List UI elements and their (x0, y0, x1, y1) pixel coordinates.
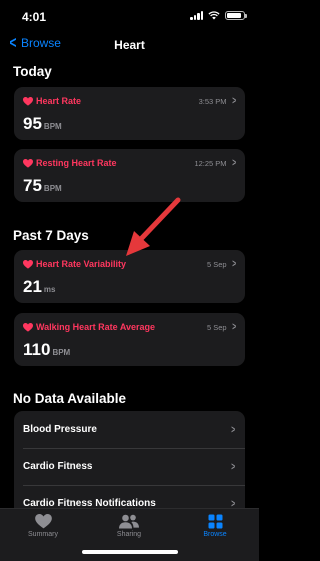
tab-summary[interactable]: Summary (13, 514, 73, 538)
heart-icon (23, 259, 33, 269)
status-bar: 4:01 (0, 0, 259, 34)
resting-heart-rate-card[interactable]: Resting Heart Rate 12:25 PM > 75 BPM (14, 149, 245, 202)
cellular-signal-icon (190, 11, 203, 20)
tab-label: Sharing (116, 531, 142, 538)
tab-browse[interactable]: Browse (185, 514, 245, 538)
card-value: 95 (23, 114, 42, 133)
card-unit: BPM (52, 348, 71, 357)
card-date: 5 Sep (206, 322, 227, 332)
card-unit: ms (43, 285, 56, 294)
tab-sharing[interactable]: Sharing (99, 514, 159, 538)
list-item-blood-pressure[interactable]: Blood Pressure > (14, 411, 245, 448)
no-data-list: Blood Pressure > Cardio Fitness > Cardio… (14, 411, 245, 522)
chevron-right-icon: > (230, 497, 235, 510)
chevron-right-icon: > (231, 321, 236, 333)
status-icons (190, 11, 247, 20)
card-value: 110 (23, 340, 51, 359)
wifi-icon (208, 11, 220, 20)
card-title: Resting Heart Rate (36, 158, 117, 168)
chevron-right-icon: > (230, 460, 235, 473)
status-time: 4:01 (22, 10, 47, 24)
grid-icon (208, 514, 222, 529)
list-item-label: Cardio Fitness (23, 461, 93, 472)
chevron-right-icon: > (231, 258, 236, 270)
people-icon (119, 514, 139, 529)
heart-icon (23, 322, 33, 332)
card-unit: BPM (43, 184, 62, 193)
heart-icon (23, 96, 33, 106)
card-value: 21 (23, 277, 42, 296)
chevron-right-icon: > (230, 423, 235, 436)
section-title-today: Today (13, 64, 52, 79)
heart-rate-card[interactable]: Heart Rate 3:53 PM > 95 BPM (14, 87, 245, 140)
home-indicator[interactable] (82, 550, 178, 554)
card-title: Walking Heart Rate Average (36, 322, 156, 332)
navigation-bar: < Browse Heart (0, 34, 259, 56)
battery-icon (225, 11, 247, 20)
card-timestamp: 3:53 PM (198, 96, 227, 106)
page-title: Heart (114, 38, 145, 52)
card-title: Heart Rate (36, 96, 82, 106)
heart-rate-variability-card[interactable]: Heart Rate Variability 5 Sep > 21 ms (14, 250, 245, 303)
tab-label: Browse (203, 531, 227, 538)
chevron-right-icon: > (231, 157, 236, 169)
card-value: 75 (23, 176, 42, 195)
heart-icon (23, 158, 33, 168)
chevron-right-icon: > (231, 95, 236, 107)
card-date: 5 Sep (206, 259, 227, 269)
list-item-label: Blood Pressure (23, 424, 97, 435)
list-item-cardio-fitness[interactable]: Cardio Fitness > (14, 448, 245, 485)
card-title: Heart Rate Variability (36, 259, 127, 269)
heart-icon (34, 514, 52, 529)
card-unit: BPM (43, 122, 62, 131)
section-title-past-7-days: Past 7 Days (13, 228, 89, 243)
section-title-no-data: No Data Available (13, 391, 127, 406)
card-timestamp: 12:25 PM (194, 158, 227, 168)
tab-label: Summary (28, 531, 58, 538)
walking-heart-rate-average-card[interactable]: Walking Heart Rate Average 5 Sep > 110 B… (14, 313, 245, 366)
